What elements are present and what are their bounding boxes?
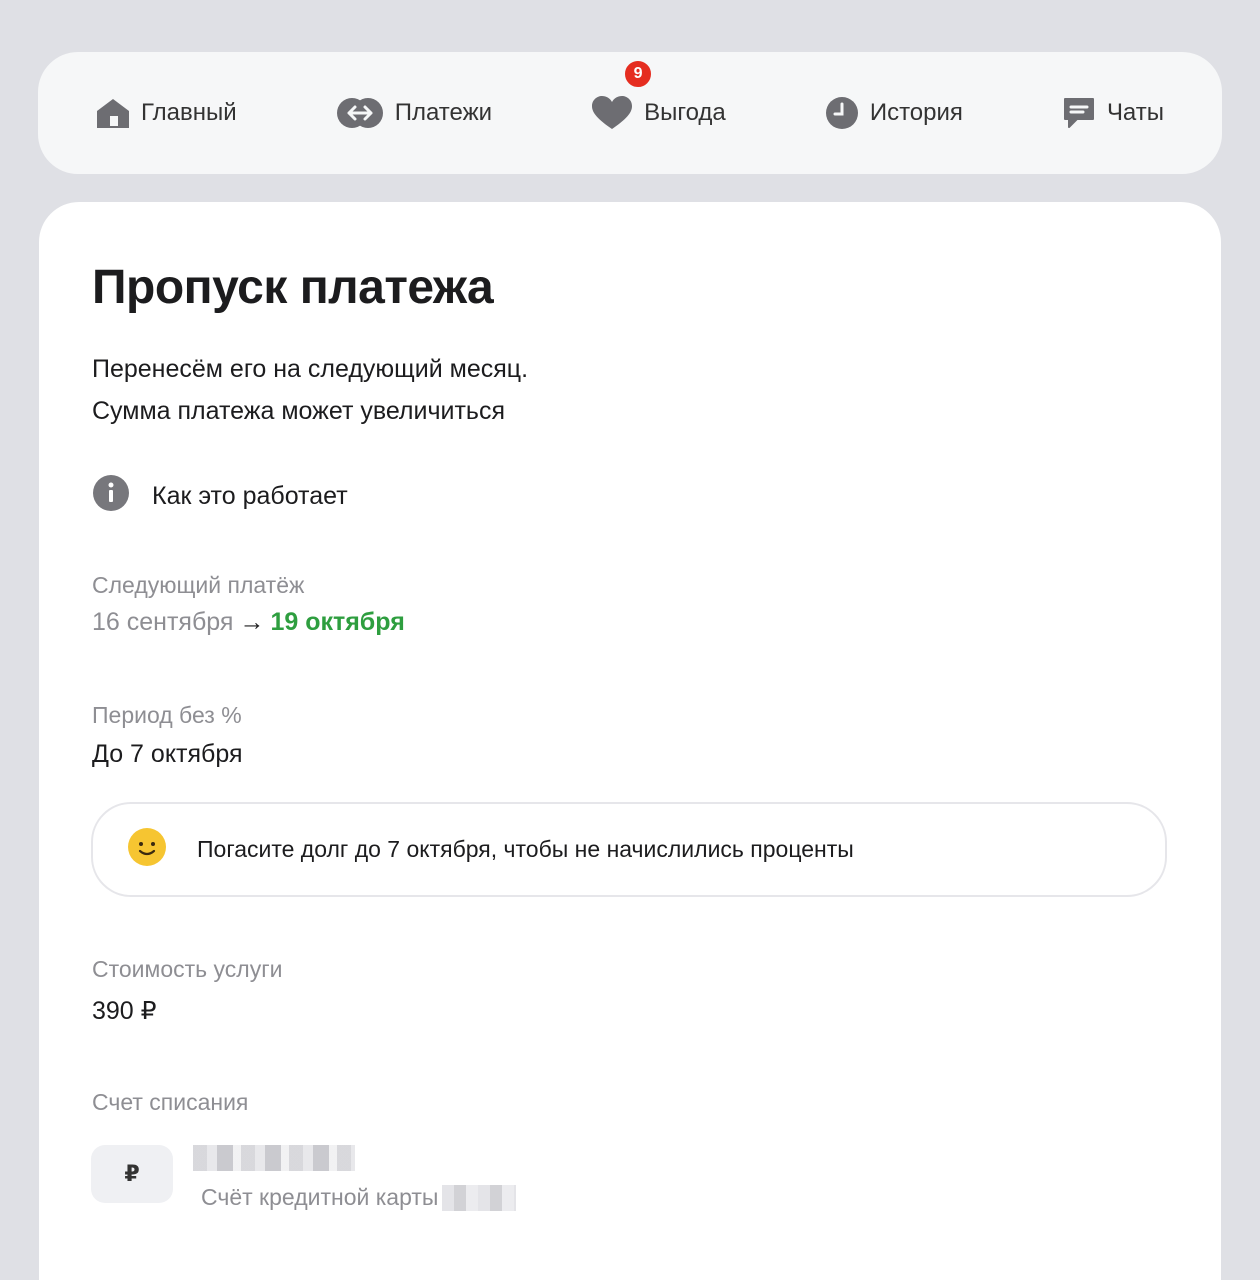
info-icon [92,474,130,519]
chat-icon [1061,95,1097,131]
arrow-right-icon: → [239,608,265,636]
transfer-icon [335,96,385,130]
nav-item-label: Платежи [394,99,493,126]
nav-item-benefits[interactable]: 9 Выгода [590,59,726,131]
account-label: Счет списания [92,1089,249,1115]
old-date: 16 сентября [92,608,234,636]
how-it-works-link[interactable]: Как это работает [92,474,348,519]
nav-item-label: Главный [141,99,237,126]
account-type: Счёт кредитной карты [201,1184,439,1210]
nav-item-payments[interactable]: Платежи [335,96,492,130]
next-payment-label: Следующий платёж [92,572,305,598]
smile-emoji-icon [127,827,167,873]
cost-label: Стоимость услуги [92,956,283,982]
account-name-redacted [193,1145,355,1171]
nav-item-label: Чаты [1106,99,1164,126]
nav-item-home[interactable]: Главный [95,96,237,130]
subtitle-line: Перенесём его на следующий месяц. [92,355,529,383]
nav-item-label: Выгода [644,99,726,126]
nav-item-label: История [869,99,963,126]
next-payment-value: 16 сентября → 19 октября [92,608,405,637]
ruble-account-icon[interactable]: ₽ [91,1145,173,1203]
new-date: 19 октября [270,608,405,636]
heart-icon [590,95,634,131]
grace-period-value: До 7 октября [92,740,243,768]
nav-item-history[interactable]: История [824,95,963,131]
card-number-redacted [442,1184,517,1211]
how-it-works-label: Как это работает [152,482,348,510]
top-navigation: Главный Платежи 9 Выгода История Чаты [38,52,1222,174]
interest-notice: Погасите долг до 7 октября, чтобы не нач… [91,802,1167,897]
skip-payment-card: Пропуск платежа Перенесём его на следующ… [39,202,1221,1280]
home-icon [95,96,131,130]
grace-period-label: Период без % [92,702,242,728]
notification-badge: 9 [623,59,654,89]
nav-item-chats[interactable]: Чаты [1061,95,1164,131]
account-description: Счёт кредитной карты [201,1184,517,1211]
notice-text: Погасите долг до 7 октября, чтобы не нач… [197,836,854,862]
subtitle-line: Сумма платежа может увеличиться [92,397,505,425]
page-title: Пропуск платежа [92,261,494,314]
cost-value: 390 ₽ [92,997,157,1025]
page-subtitle: Перенесём его на следующий месяц. Сумма … [92,348,528,432]
clock-icon [824,95,860,131]
